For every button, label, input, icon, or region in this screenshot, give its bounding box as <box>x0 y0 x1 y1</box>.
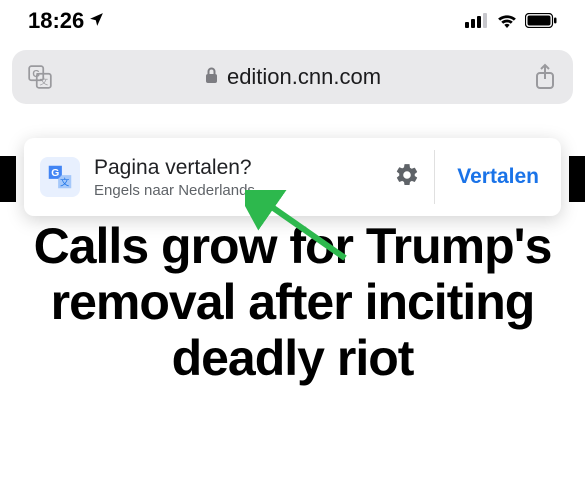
google-translate-icon: G 文 <box>40 157 80 197</box>
lock-icon <box>204 64 219 90</box>
share-icon[interactable] <box>531 63 559 91</box>
translate-subtitle: Engels naar Nederlands <box>94 182 255 199</box>
status-bar: 18:26 <box>0 0 585 40</box>
translate-settings-button[interactable] <box>380 138 434 216</box>
status-right <box>465 8 557 34</box>
article-headline[interactable]: Calls grow for Trump's removal after inc… <box>0 218 585 386</box>
translate-info: G 文 Pagina vertalen? Engels naar Nederla… <box>24 138 380 216</box>
svg-text:文: 文 <box>60 176 70 187</box>
gear-icon <box>394 162 420 193</box>
battery-icon <box>525 8 557 34</box>
wifi-icon <box>496 8 518 34</box>
url-bar[interactable]: G 文 edition.cnn.com <box>12 50 573 104</box>
url-text: edition.cnn.com <box>227 64 381 90</box>
translate-action-button[interactable]: Vertalen <box>435 138 561 216</box>
status-time: 18:26 <box>28 8 84 34</box>
cellular-icon <box>465 8 489 34</box>
translate-prompt-panel: G 文 Pagina vertalen? Engels naar Nederla… <box>24 138 561 216</box>
svg-text:G: G <box>51 168 59 179</box>
location-icon <box>88 8 105 34</box>
translate-action-label: Vertalen <box>457 165 539 189</box>
page-edge-left <box>0 156 16 202</box>
translate-menu-icon[interactable]: G 文 <box>26 63 54 91</box>
svg-text:文: 文 <box>39 76 48 87</box>
status-left: 18:26 <box>28 8 105 34</box>
translate-title: Pagina vertalen? <box>94 156 255 180</box>
url-display[interactable]: edition.cnn.com <box>54 64 531 90</box>
page-edge-right <box>569 156 585 202</box>
